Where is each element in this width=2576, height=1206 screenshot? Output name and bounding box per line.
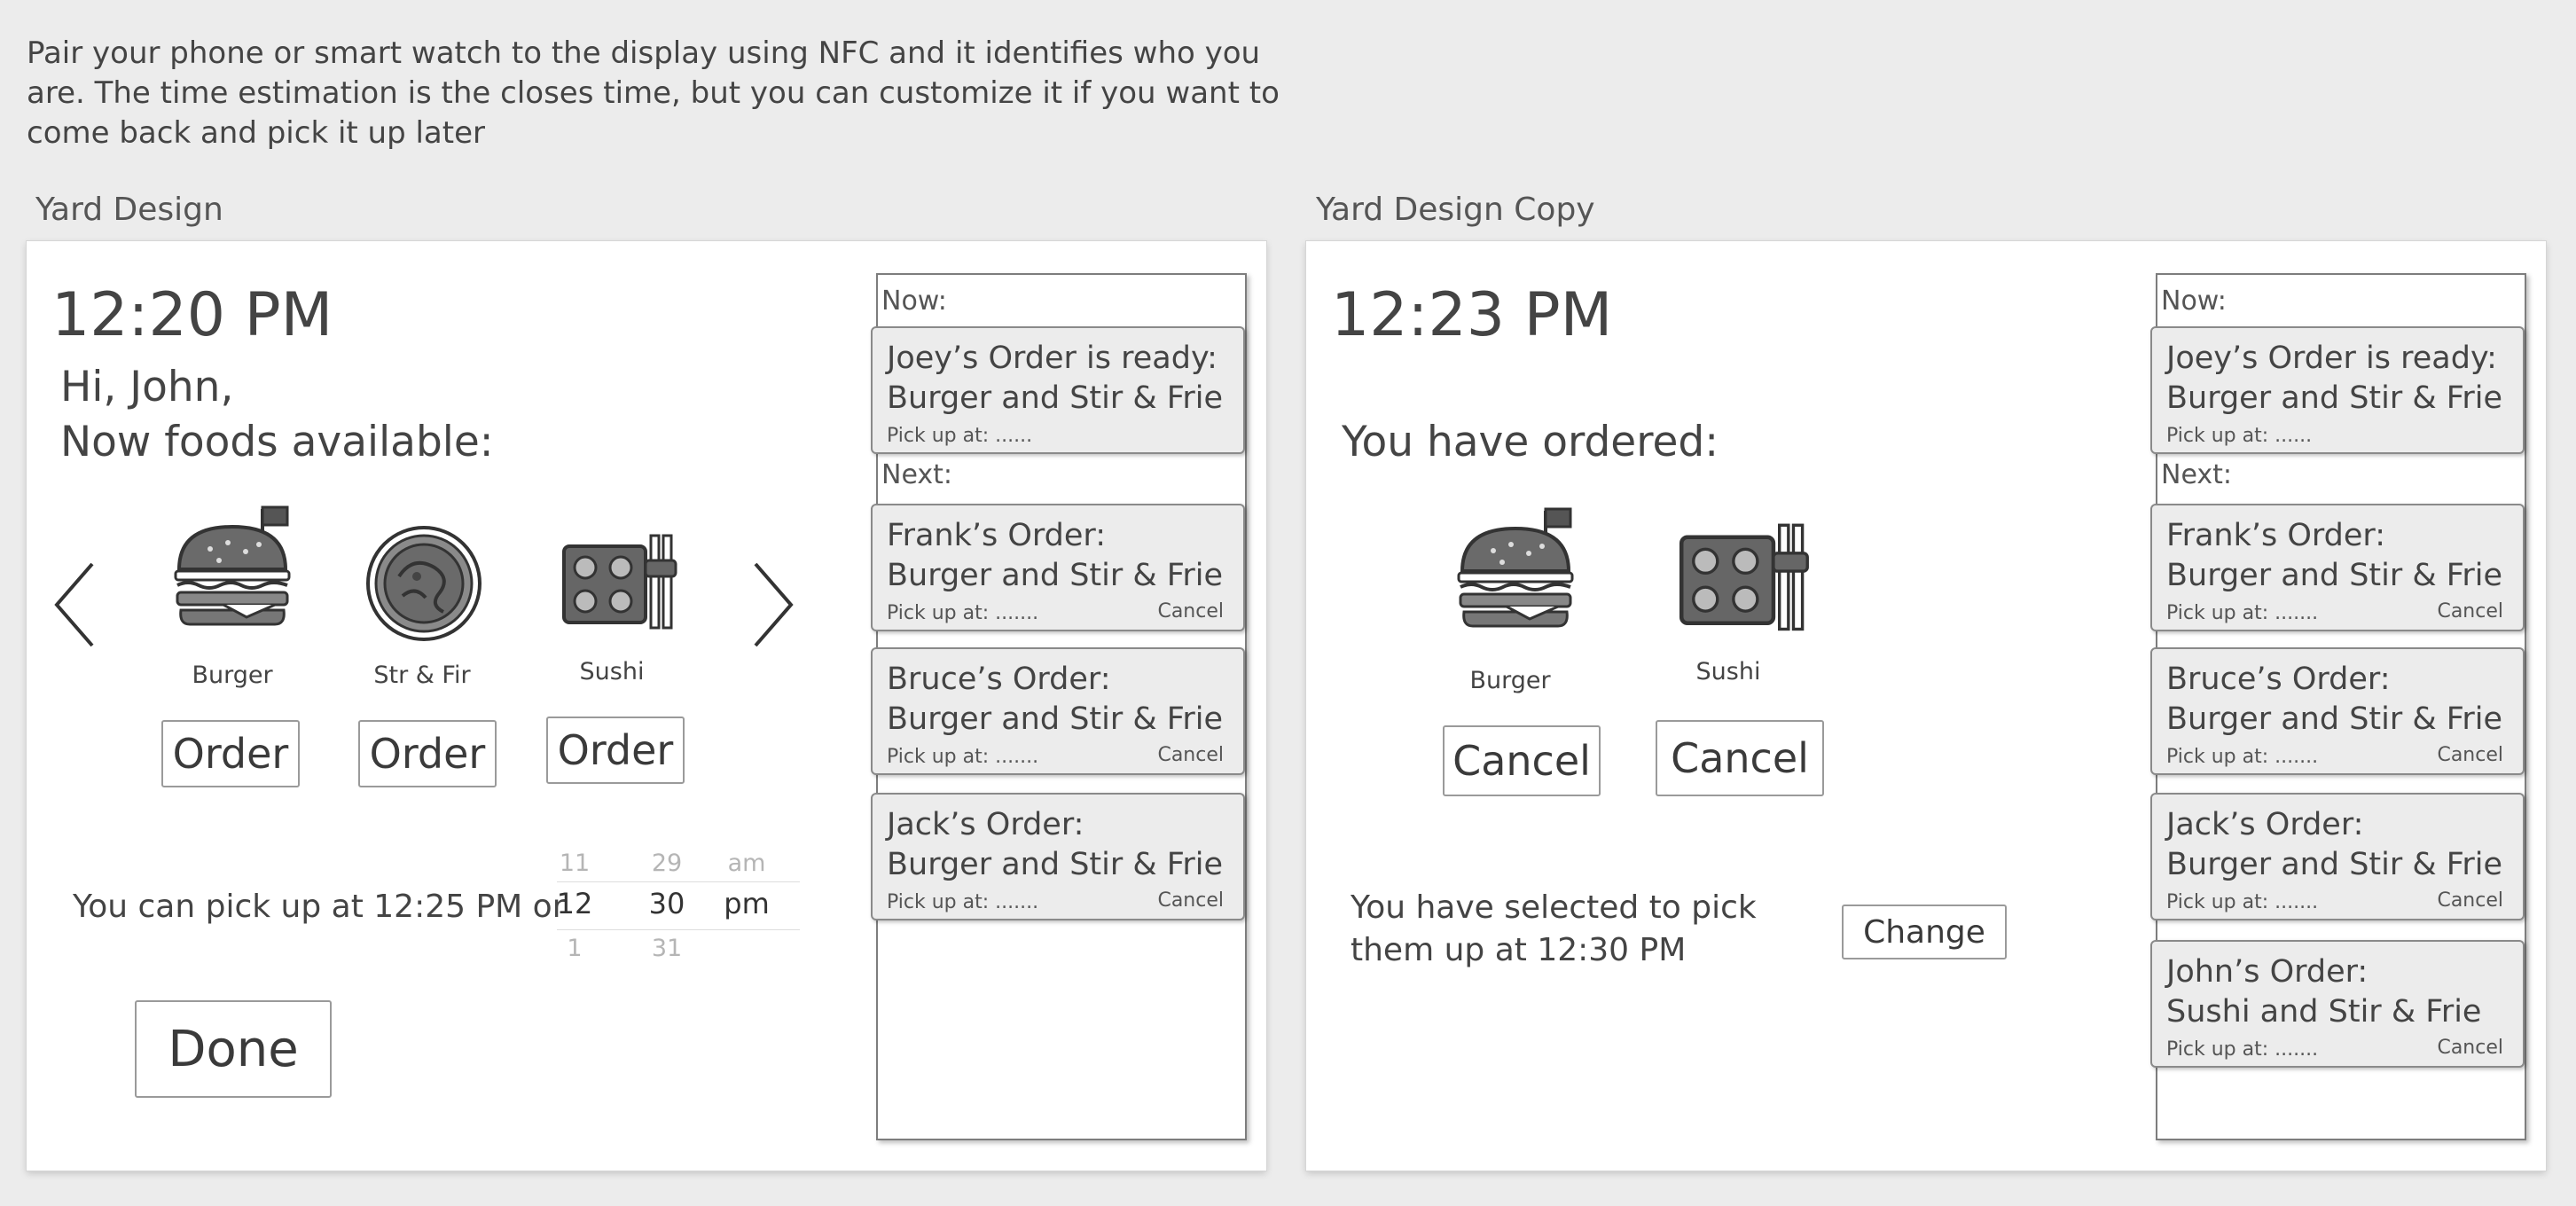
order-card-pickup: Pick up at: .......: [2166, 891, 2319, 913]
order-card-cancel-link[interactable]: Cancel: [1157, 889, 1224, 912]
order-card-pickup: Pick up at: .......: [887, 602, 1039, 624]
chevron-left-icon[interactable]: [50, 559, 99, 651]
ordered-heading: You have ordered:: [1342, 418, 1719, 466]
change-time-button[interactable]: Change: [1842, 904, 2007, 959]
order-card-title: Jack’s Order: Burger and Stir & Frie: [887, 807, 1224, 882]
order-card-cancel-link[interactable]: Cancel: [1157, 744, 1224, 766]
picker-minute[interactable]: 30: [640, 887, 693, 920]
ready-order-title: Joey’s Order is ready: Burger and Stir & …: [2166, 341, 2503, 416]
greeting: Hi, John,: [60, 363, 234, 411]
queue-order-card-jack: Jack’s Order: Burger and Stir & Frie Pick…: [2150, 793, 2525, 920]
order-card-title: John’s Order: Sushi and Stir & Frie: [2166, 954, 2482, 1030]
order-card-pickup: Pick up at: .......: [887, 891, 1039, 913]
cancel-burger-button[interactable]: Cancel: [1443, 725, 1601, 796]
picker-period-prev[interactable]: am: [720, 850, 773, 877]
order-card-pickup: Pick up at: .......: [2166, 602, 2319, 624]
ready-order-card: Joey’s Order is ready: Burger and Stir & …: [871, 326, 1245, 454]
order-card-cancel-link[interactable]: Cancel: [2437, 889, 2503, 912]
artboard-yard-design: 12:20 PM Hi, John, Now foods available: …: [27, 241, 1266, 1171]
queue-order-card-john: John’s Order: Sushi and Stir & Frie Pick …: [2150, 940, 2525, 1068]
artboard-yard-design-copy: 12:23 PM You have ordered: Burger Cancel…: [1306, 241, 2546, 1171]
clock: 12:20 PM: [51, 280, 333, 350]
pickup-time-text: You can pick up at 12:25 PM or: [73, 889, 566, 925]
selected-pickup-text: You have selected to pick them up at 12:3…: [1351, 889, 1757, 968]
order-card-cancel-link[interactable]: Cancel: [1157, 600, 1224, 623]
order-card-cancel-link[interactable]: Cancel: [2437, 1037, 2503, 1059]
order-card-title: Jack’s Order: Burger and Stir & Frie: [2166, 807, 2503, 882]
order-card-pickup: Pick up at: .......: [887, 746, 1039, 768]
burger-icon: [1457, 507, 1574, 628]
queue-now-label: Now:: [881, 286, 947, 317]
queue-next-label: Next:: [2161, 459, 2232, 490]
ready-order-card: Joey’s Order is ready: Burger and Stir & …: [2150, 326, 2525, 454]
sushi-icon: [1679, 523, 1809, 631]
order-card-title: Bruce’s Order: Burger and Stir & Frie: [2166, 662, 2503, 737]
order-sushi-button[interactable]: Order: [546, 717, 685, 784]
order-card-title: Bruce’s Order: Burger and Stir & Frie: [887, 662, 1224, 737]
stir-fry-plate-icon: [366, 526, 482, 641]
picker-hour-next[interactable]: 1: [548, 935, 601, 962]
picker-divider-top: [557, 881, 800, 882]
order-card-title: Frank’s Order: Burger and Stir & Frie: [2166, 518, 2503, 593]
food-label-stir-fry: Str & Fir: [373, 662, 471, 689]
queue-now-label: Now:: [2161, 286, 2227, 317]
clock: 12:23 PM: [1331, 280, 1613, 350]
order-card-title: Frank’s Order: Burger and Stir & Frie: [887, 518, 1224, 593]
order-burger-button[interactable]: Order: [161, 720, 300, 787]
ready-order-title: Joey’s Order is ready: Burger and Stir & …: [887, 341, 1224, 416]
picker-hour[interactable]: 12: [548, 887, 601, 920]
artboard-label-yard-design-copy: Yard Design Copy: [1316, 192, 1595, 228]
picker-hour-prev[interactable]: 11: [548, 850, 601, 877]
queue-order-card-bruce: Bruce’s Order: Burger and Stir & Frie Pic…: [2150, 647, 2525, 775]
foods-available-heading: Now foods available:: [60, 418, 494, 466]
description-text: Pair your phone or smart watch to the di…: [27, 35, 1280, 151]
food-label-sushi: Sushi: [1695, 658, 1761, 685]
ready-order-pickup: Pick up at: ......: [887, 425, 1033, 447]
picker-period[interactable]: pm: [720, 887, 773, 920]
food-label-sushi: Sushi: [579, 658, 645, 685]
queue-order-card-frank: Frank’s Order: Burger and Stir & Frie Pic…: [2150, 504, 2525, 631]
sushi-icon: [562, 534, 677, 630]
order-card-pickup: Pick up at: .......: [2166, 1038, 2319, 1061]
cancel-sushi-button[interactable]: Cancel: [1656, 720, 1824, 796]
food-label-burger: Burger: [1469, 667, 1551, 694]
order-card-cancel-link[interactable]: Cancel: [2437, 600, 2503, 623]
done-button[interactable]: Done: [135, 1000, 332, 1098]
artboard-label-yard-design: Yard Design: [35, 192, 223, 228]
order-card-pickup: Pick up at: .......: [2166, 746, 2319, 768]
queue-order-card-jack: Jack’s Order: Burger and Stir & Frie Pick…: [871, 793, 1245, 920]
burger-icon: [174, 505, 291, 626]
picker-divider-bottom: [557, 929, 800, 930]
chevron-right-icon[interactable]: [748, 559, 798, 651]
picker-minute-next[interactable]: 31: [640, 935, 693, 962]
queue-order-card-bruce: Bruce’s Order: Burger and Stir & Frie Pic…: [871, 647, 1245, 775]
picker-minute-prev[interactable]: 29: [640, 850, 693, 877]
ready-order-pickup: Pick up at: ......: [2166, 425, 2313, 447]
queue-order-card-frank: Frank’s Order: Burger and Stir & Frie Pic…: [871, 504, 1245, 631]
order-card-cancel-link[interactable]: Cancel: [2437, 744, 2503, 766]
order-stir-fry-button[interactable]: Order: [358, 720, 497, 787]
queue-next-label: Next:: [881, 459, 952, 490]
food-label-burger: Burger: [192, 662, 273, 689]
